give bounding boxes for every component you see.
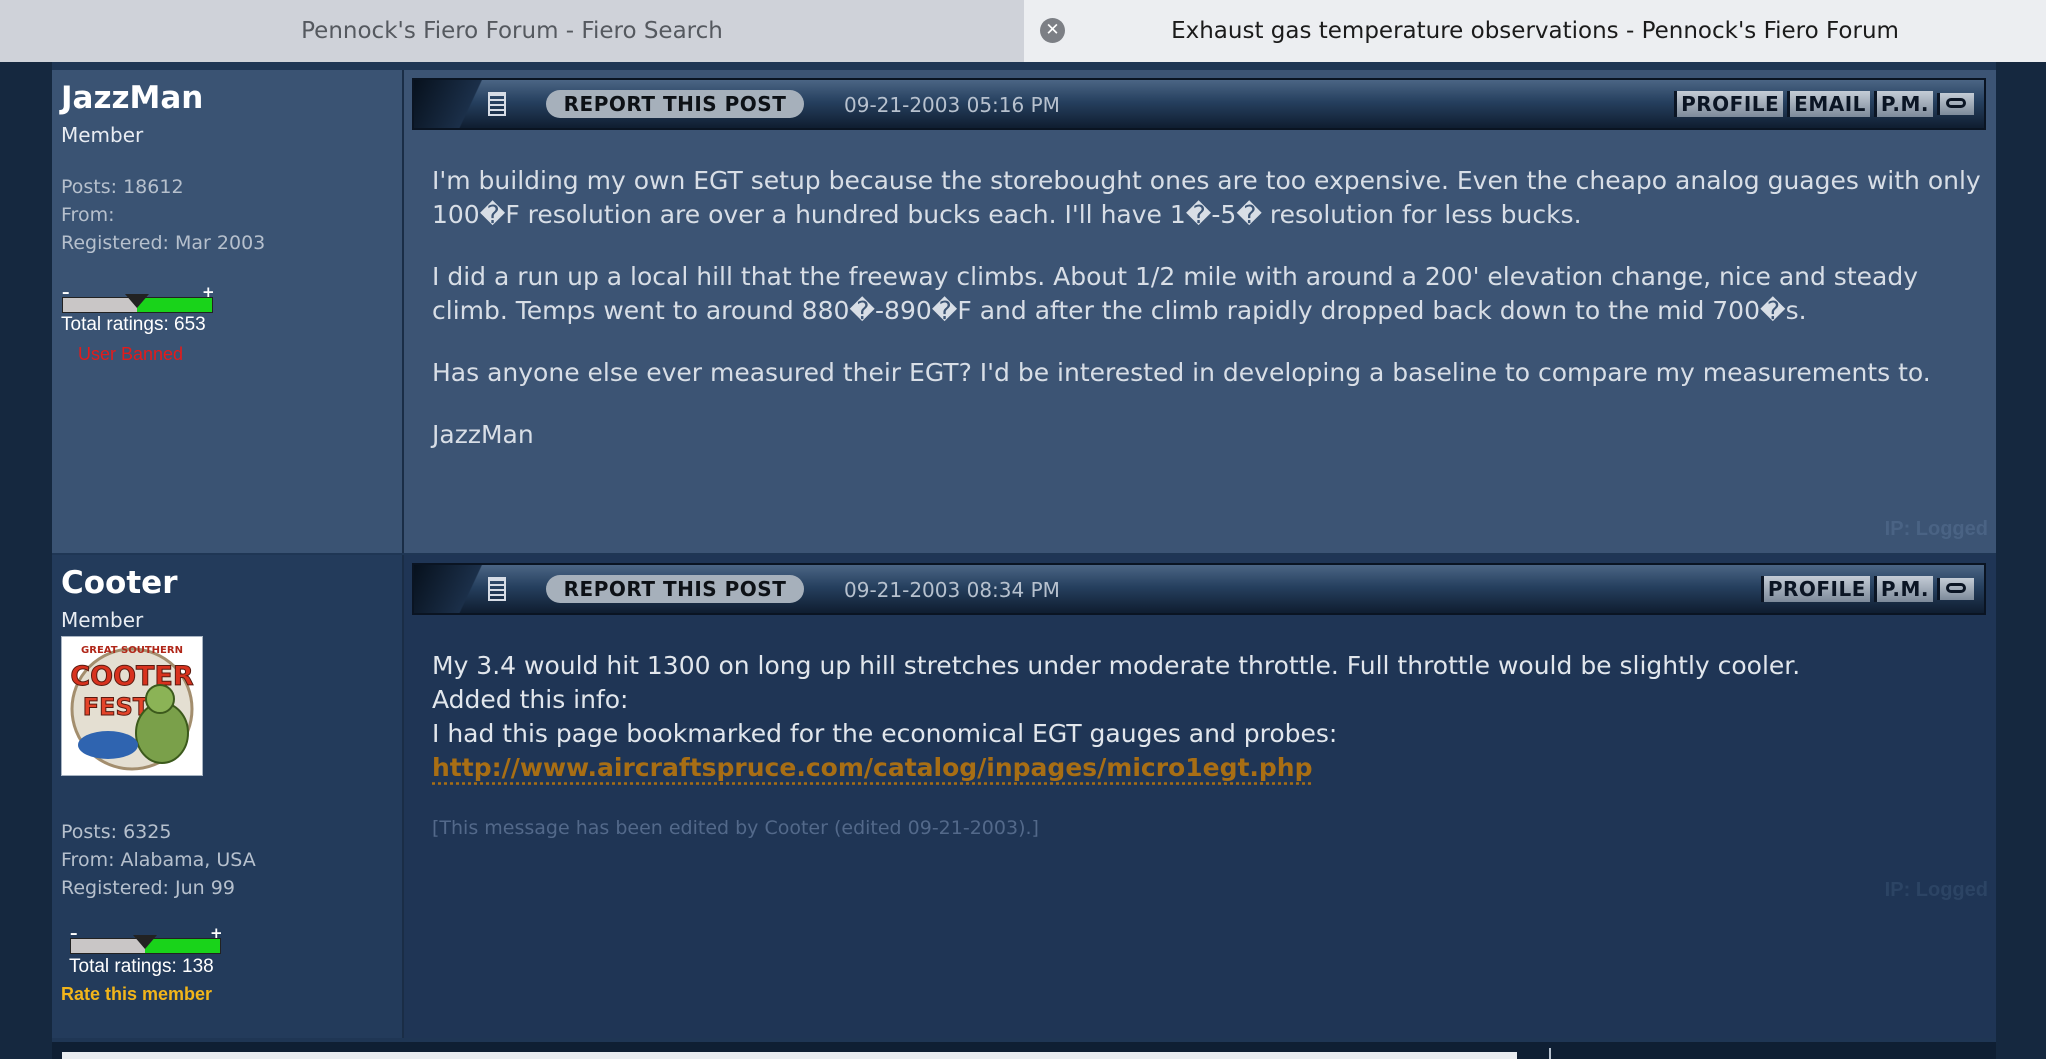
user-post-count: Posts: 18612 [61,176,184,198]
user-rank: Member [61,123,144,147]
ip-logged[interactable]: IP: Logged [1885,518,1988,541]
user-registered: Registered: Mar 2003 [61,232,266,254]
post-jazzman: JazzMan Member Posts: 18612 From: Regist… [52,70,1996,553]
post-header-bar: REPORT THIS POST 09-21-2003 08:34 PM PRO… [412,563,1986,615]
rate-member-link[interactable]: Rate this member [61,984,212,1005]
user-banned-label: User Banned [78,344,184,364]
pm-link[interactable]: P.M. [1873,576,1933,602]
svg-text:GREAT SOUTHERN: GREAT SOUTHERN [81,645,183,656]
total-ratings: Total ratings: 653 [61,314,206,335]
rating-pointer-icon [133,935,157,949]
report-post-button[interactable]: REPORT THIS POST [546,575,804,603]
user-info-panel: JazzMan Member Posts: 18612 From: Regist… [52,70,404,553]
user-location: From: Alabama, USA [61,849,256,871]
user-registered: Registered: Jun 99 [61,877,235,899]
edit-note: [This message has been edited by Cooter … [432,817,1039,839]
rating-meter: – + [70,924,223,954]
svg-text:COOTER: COOTER [70,661,194,692]
page-margin-left [0,62,52,1059]
ip-logged[interactable]: IP: Logged [1885,879,1988,902]
post-line: Added this info: [432,685,629,714]
rating-meter: – + [62,283,215,313]
post-paragraph: I'm building my own EGT setup because th… [432,166,1981,229]
user-info-panel: Cooter Member GREAT SOUTHERN COOTER FEST… [52,555,404,1038]
post-document-icon [488,92,506,116]
user-location: From: [61,204,115,226]
user-rank: Member [61,608,144,632]
post-signature: JazzMan [432,420,534,449]
forum-thread: JazzMan Member Posts: 18612 From: Regist… [52,62,1996,1059]
post-date: 09-21-2003 08:34 PM [844,578,1060,602]
post-line: My 3.4 would hit 1300 on long up hill st… [432,651,1801,680]
user-post-count: Posts: 6325 [61,821,172,843]
post-body: My 3.4 would hit 1300 on long up hill st… [432,649,1982,785]
post-date: 09-21-2003 05:16 PM [844,93,1060,117]
report-post-button[interactable]: REPORT THIS POST [546,90,804,118]
tab-fiero-search[interactable]: Pennock's Fiero Forum - Fiero Search [0,0,1024,62]
rating-pointer-icon [125,294,149,308]
total-ratings: Total ratings: 138 [69,956,214,977]
aircraftspruce-link[interactable]: http://www.aircraftspruce.com/catalog/in… [432,753,1313,782]
post-action-links: PROFILE P.M. [1760,576,1974,602]
post-action-links: PROFILE EMAIL P.M. [1674,91,1974,117]
post-message-panel: REPORT THIS POST 09-21-2003 08:34 PM PRO… [404,555,1996,1038]
username[interactable]: Cooter [61,565,177,601]
post-line: I had this page bookmarked for the econo… [432,719,1338,748]
post-cooter: Cooter Member GREAT SOUTHERN COOTER FEST… [52,555,1996,1038]
close-tab-icon[interactable]: ✕ [1040,18,1065,43]
post-header-bar: REPORT THIS POST 09-21-2003 05:16 PM PRO… [412,78,1986,130]
user-avatar: GREAT SOUTHERN COOTER FEST [61,636,203,776]
page-margin-right [1996,62,2046,1059]
tab-exhaust-gas-thread[interactable]: Exhaust gas temperature observations - P… [1024,0,2046,62]
cooter-fest-logo: GREAT SOUTHERN COOTER FEST [62,637,202,775]
permalink-icon[interactable] [1937,93,1974,115]
profile-link[interactable]: PROFILE [1674,91,1784,117]
pm-link[interactable]: P.M. [1873,91,1933,117]
tab-label: Pennock's Fiero Forum - Fiero Search [301,18,723,44]
next-post-edge [52,1042,1996,1059]
browser-tab-bar: Pennock's Fiero Forum - Fiero Search Exh… [0,0,2046,63]
post-paragraph: I did a run up a local hill that the fre… [432,262,1918,325]
tab-label: Exhaust gas temperature observations - P… [1171,18,1899,44]
permalink-icon[interactable] [1937,578,1974,600]
post-body: I'm building my own EGT setup because th… [432,164,1982,480]
email-link[interactable]: EMAIL [1787,91,1870,117]
username[interactable]: JazzMan [61,80,203,116]
profile-link[interactable]: PROFILE [1760,576,1870,602]
post-paragraph: Has anyone else ever measured their EGT?… [432,358,1931,387]
post-message-panel: REPORT THIS POST 09-21-2003 05:16 PM PRO… [404,70,1996,553]
post-document-icon [488,577,506,601]
